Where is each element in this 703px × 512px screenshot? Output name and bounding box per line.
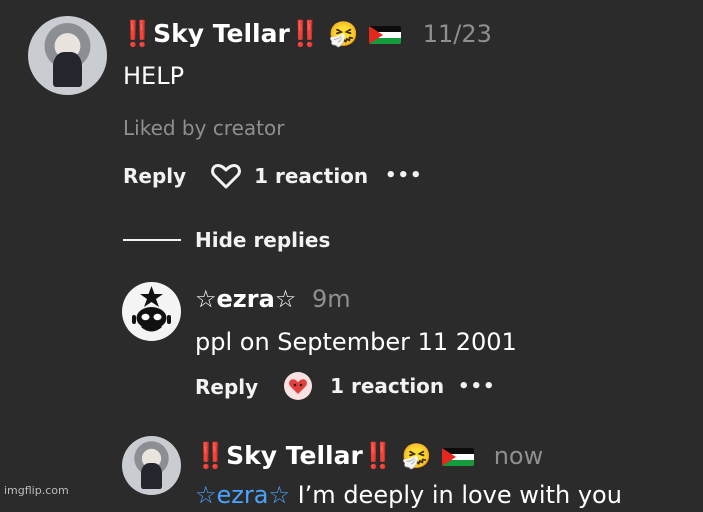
reply-message: I’m deeply in love with you [289, 481, 622, 509]
double-exclamation-icon: ‼️ [362, 441, 394, 470]
sneezing-face-emoji: 🤧 [401, 442, 432, 470]
comment-timestamp: 11/23 [422, 20, 492, 48]
reply-button[interactable]: Reply [195, 373, 258, 401]
double-exclamation-icon: ‼️ [195, 441, 227, 470]
replies-divider [123, 239, 181, 241]
reply-header: ‼️Sky Tellar‼️ 🤧 now [195, 438, 543, 474]
double-exclamation-icon: ‼️ [289, 19, 321, 48]
double-exclamation-icon: ‼️ [122, 19, 154, 48]
reaction-count: 1 reaction [330, 374, 445, 398]
reply-text: ☆ezra☆ I’m deeply in love with you [195, 478, 622, 512]
more-options-button[interactable]: ••• [458, 373, 496, 401]
avatar-sky-tellar[interactable] [28, 16, 107, 95]
reply-timestamp: now [493, 442, 544, 470]
reply-timestamp: 9m [311, 285, 351, 313]
reaction-button[interactable]: 1 reaction [283, 371, 444, 403]
reply-header: ☆ezra☆ 9m [195, 282, 351, 316]
avatar-cartoon-icon [132, 286, 171, 332]
react-button[interactable]: 1 reaction [211, 162, 368, 190]
palestine-flag-icon [368, 26, 401, 44]
heart-outline-icon [211, 163, 241, 189]
reply-text: ppl on September 11 2001 [195, 328, 517, 356]
avatar-ezra[interactable] [122, 282, 181, 341]
palestine-flag-icon [441, 448, 474, 466]
commenter-name[interactable]: Sky Tellar [226, 441, 363, 470]
heart-face-reaction-icon [284, 372, 312, 400]
more-options-button[interactable]: ••• [385, 162, 423, 190]
reply-button[interactable]: Reply [123, 162, 186, 190]
liked-by-creator-note: Liked by creator [123, 116, 285, 140]
sneezing-face-emoji: 🤧 [328, 20, 359, 48]
comment-text: HELP [123, 62, 185, 90]
comment-header: ‼️Sky Tellar‼️ 🤧 11/23 [122, 16, 492, 52]
watermark: imgflip.com [4, 484, 69, 497]
mention-link[interactable]: ☆ezra☆ [195, 481, 290, 509]
hide-replies-button[interactable]: Hide replies [195, 226, 330, 254]
commenter-name[interactable]: ☆ezra☆ [195, 285, 296, 313]
avatar-sky-tellar[interactable] [122, 436, 181, 495]
reaction-count: 1 reaction [254, 164, 369, 188]
commenter-name[interactable]: Sky Tellar [153, 19, 290, 48]
